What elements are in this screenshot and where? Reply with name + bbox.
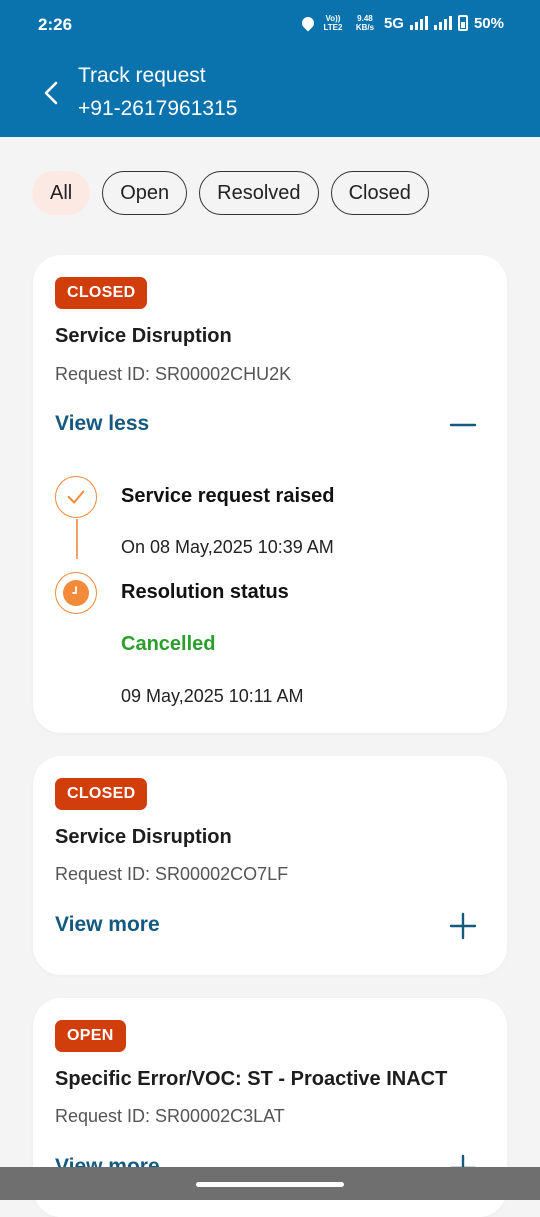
app-header: 2:26 Vo)) LTE2 9.48 KB/s 5G 50% Track re…	[0, 0, 540, 137]
request-id: Request ID: SR00002C3LAT	[55, 1106, 285, 1126]
request-title: Service Disruption	[55, 826, 232, 848]
status-badge: CLOSED	[55, 277, 148, 309]
filter-chip-all[interactable]: All	[32, 171, 91, 215]
resolution-status: Cancelled	[121, 633, 216, 655]
status-badge: CLOSED	[55, 778, 148, 810]
timeline-step2-date: 09 May,2025 10:11 AM	[121, 686, 304, 706]
battery-icon	[457, 15, 468, 31]
filter-chips: All Open Resolved Closed	[32, 171, 429, 215]
network-speed: 9.48 KB/s	[355, 14, 375, 32]
timeline-step1-title: Service request raised	[121, 485, 335, 507]
request-id: Request ID: SR00002CHU2K	[55, 364, 292, 384]
status-badge: OPEN	[55, 1020, 126, 1052]
plus-icon	[449, 912, 477, 940]
clock-icon	[63, 580, 89, 606]
signal-icon-2	[433, 16, 452, 30]
view-more-link[interactable]: View more	[55, 913, 160, 937]
network-type: 5G	[383, 14, 404, 32]
volte-indicator: Vo)) LTE2	[323, 14, 343, 32]
request-title: Service Disruption	[55, 325, 232, 347]
system-nav-bar	[0, 1167, 540, 1200]
request-card: CLOSED Service Disruption Request ID: SR…	[33, 255, 507, 733]
status-time: 2:26	[38, 15, 73, 34]
battery-level: 50%	[473, 14, 504, 32]
chevron-left-icon	[44, 81, 58, 105]
filter-chip-closed[interactable]: Closed	[330, 171, 429, 215]
page-title: Track request	[78, 64, 206, 87]
page-subtitle: +91-2617961315	[78, 97, 238, 120]
collapse-button[interactable]	[449, 411, 477, 439]
timeline-connector	[76, 519, 78, 559]
back-button[interactable]	[36, 78, 66, 108]
request-id: Request ID: SR00002CO7LF	[55, 864, 289, 884]
filter-chip-open[interactable]: Open	[102, 171, 188, 215]
timeline-step1-date: On 08 May,2025 10:39 AM	[121, 537, 334, 557]
check-icon	[67, 490, 85, 504]
request-card: CLOSED Service Disruption Request ID: SR…	[33, 756, 507, 975]
timeline-step-done	[55, 476, 97, 518]
request-title: Specific Error/VOC: ST - Proactive INACT	[55, 1068, 448, 1090]
expand-button[interactable]	[449, 912, 477, 940]
home-gesture-handle[interactable]	[196, 1182, 344, 1187]
timeline-step2-title: Resolution status	[121, 581, 289, 603]
minus-icon	[449, 423, 477, 427]
view-less-link[interactable]: View less	[55, 412, 149, 436]
status-icons: Vo)) LTE2 9.48 KB/s 5G 50%	[299, 14, 504, 32]
signal-icon	[409, 16, 428, 30]
location-icon	[299, 14, 317, 32]
timeline-step-current	[55, 572, 97, 614]
filter-chip-resolved[interactable]: Resolved	[199, 171, 319, 215]
